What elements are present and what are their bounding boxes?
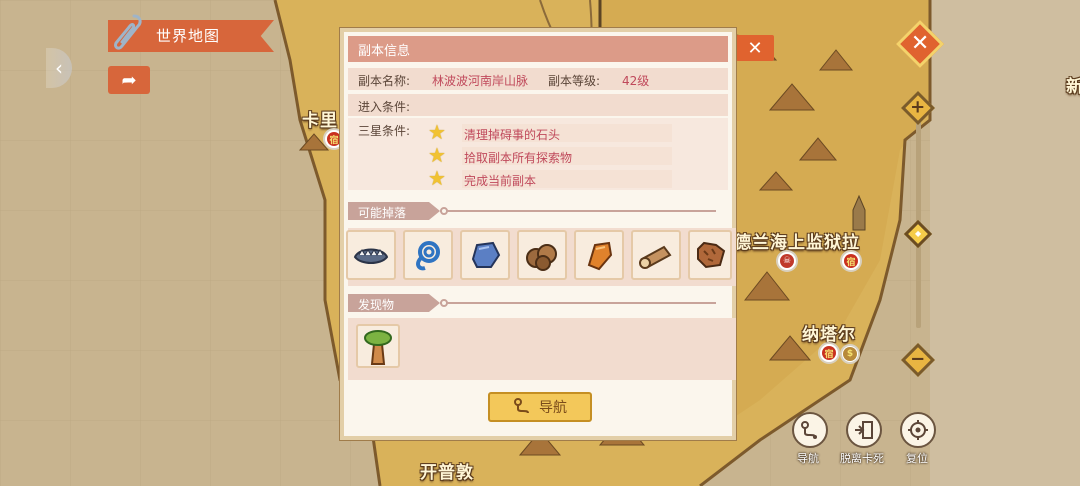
finds-list <box>348 318 736 380</box>
navigate-tool-button[interactable] <box>792 412 828 448</box>
dungeon-info-dialog: 副本信息 副本名称: 林波波河南岸山脉 副本等级: 42级 进入条件: 三星条件… <box>340 28 736 440</box>
share-button[interactable]: ➦ <box>108 66 150 94</box>
map-label-kaipudun: 开普敦 <box>420 463 474 483</box>
drops-section-tab: 可能掉落 <box>348 202 440 220</box>
find-item-slot[interactable] <box>356 324 400 368</box>
dungeon-name-label: 副本名称: <box>358 74 411 88</box>
drops-section-title: 可能掉落 <box>358 206 407 220</box>
navigate-tool-label: 导航 <box>797 452 819 465</box>
section-divider-dot <box>440 299 448 307</box>
star-condition-text: 完成当前副本 <box>464 174 537 188</box>
reset-position-button[interactable] <box>900 412 936 448</box>
skull-pin[interactable]: ☠ <box>776 250 798 272</box>
drop-item-slot[interactable] <box>403 230 453 280</box>
escape-stuck-label: 脱离卡死 <box>840 452 884 465</box>
map-label-edge: 新 <box>1066 77 1080 97</box>
world-map-title: 世界地图 <box>156 27 221 45</box>
dialog-title: 副本信息 <box>358 44 411 59</box>
reset-position-label: 复位 <box>906 452 928 465</box>
route-icon <box>801 421 817 439</box>
ore-stone-icon <box>471 241 501 268</box>
share-arrow-icon: ➦ <box>121 69 137 91</box>
chevron-left-icon: ‹ <box>55 56 63 80</box>
navigate-button-label: 导航 <box>539 400 567 416</box>
finds-section-tab: 发现物 <box>348 294 440 312</box>
coin-pin-nata[interactable]: $ <box>840 344 860 364</box>
close-icon: ✕ <box>747 37 763 59</box>
city-pin-nata[interactable]: 宿 <box>818 342 840 364</box>
close-icon: ✕ <box>910 31 930 56</box>
star-condition-text: 拾取副本所有探索物 <box>464 151 573 165</box>
star-icon: ★ <box>428 166 446 190</box>
city-pin-prison[interactable]: 宿 <box>840 250 862 272</box>
navigate-button[interactable]: 导航 <box>488 392 592 422</box>
drop-item-slot[interactable] <box>346 230 396 280</box>
dungeon-name-value: 林波波河南岸山脉 <box>432 74 529 88</box>
drop-item-slot[interactable] <box>574 230 624 280</box>
star-icon: ★ <box>428 143 446 167</box>
entry-condition-label: 进入条件: <box>358 100 411 114</box>
dungeon-level-label: 副本等级: <box>548 74 601 88</box>
clay-lumps-icon <box>526 244 557 271</box>
drop-item-slot[interactable] <box>688 230 732 280</box>
baobab-tree-icon <box>364 330 392 365</box>
paperclip-icon <box>114 14 142 50</box>
fur-pelt-icon <box>697 241 726 269</box>
finds-section-title: 发现物 <box>358 298 395 312</box>
drop-item-slot[interactable] <box>631 230 681 280</box>
dungeon-level-value: 42级 <box>622 74 650 88</box>
wood-log-icon <box>639 245 672 269</box>
section-divider-dot <box>440 207 448 215</box>
amber-shard-icon <box>587 241 613 271</box>
star-condition-text: 清理掉碍事的石头 <box>464 128 561 142</box>
drop-item-slot[interactable] <box>517 230 567 280</box>
section-divider <box>440 210 716 212</box>
dungeon-name-row: 副本名称: 林波波河南岸山脉 副本等级: 42级 <box>348 68 728 90</box>
exit-door-icon <box>855 421 873 439</box>
drop-item-slot[interactable] <box>460 230 510 280</box>
escape-stuck-button[interactable] <box>846 412 882 448</box>
dialog-close-button[interactable]: ✕ <box>736 35 774 61</box>
rope-coil-icon <box>416 241 440 271</box>
bone-jaw-icon <box>353 248 389 264</box>
star-icon: ★ <box>428 120 446 144</box>
crosshair-icon <box>908 420 928 440</box>
plus-icon: + <box>910 97 926 118</box>
star-conditions-label: 三星条件: <box>358 124 411 138</box>
entry-condition-row: 进入条件: <box>348 94 728 116</box>
route-icon <box>514 398 529 414</box>
minus-icon: − <box>910 349 926 370</box>
diamond-handle-icon: ◆ <box>914 229 922 238</box>
dialog-header: 副本信息 <box>348 36 728 62</box>
section-divider <box>440 302 716 304</box>
